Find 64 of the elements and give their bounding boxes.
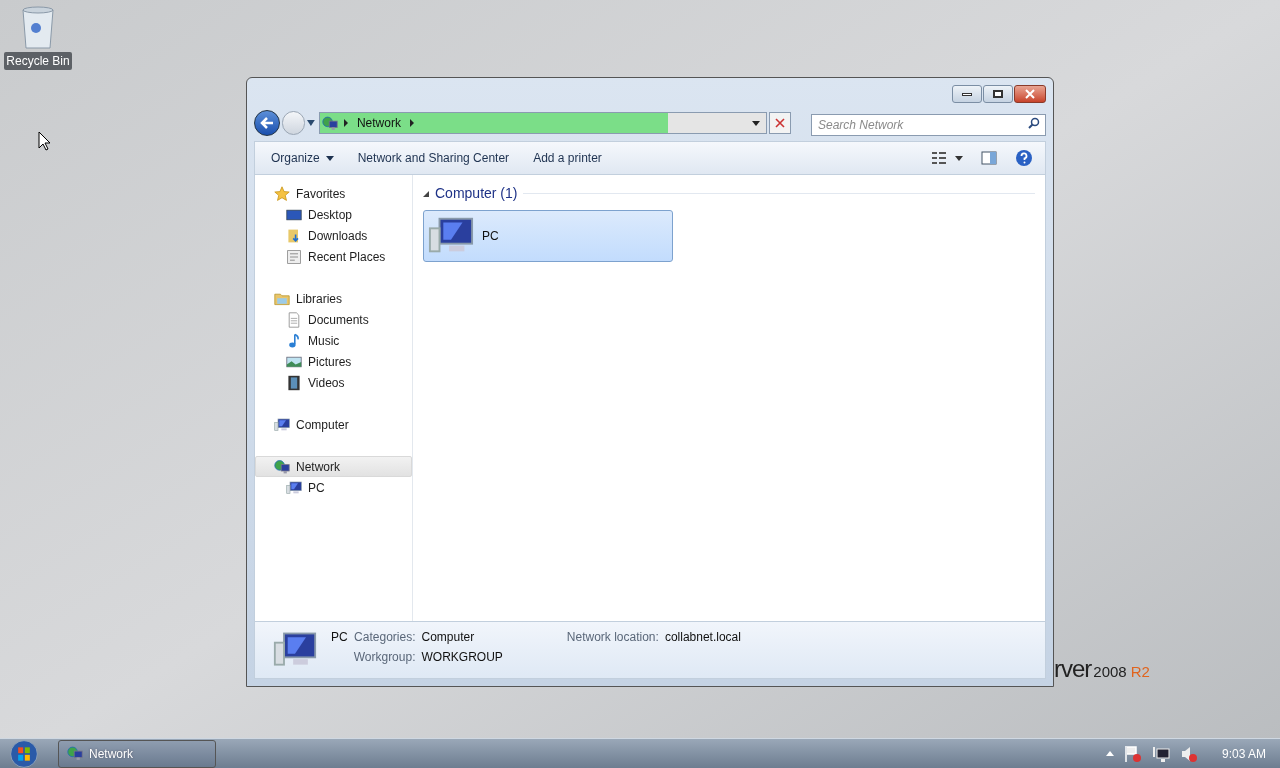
caret-icon[interactable] [325, 155, 334, 161]
network-icon [321, 115, 338, 131]
flag-error-icon[interactable] [1123, 744, 1142, 763]
search-icon[interactable] [1028, 117, 1040, 129]
speaker-muted-icon[interactable] [1179, 744, 1198, 763]
computer-icon [274, 416, 290, 433]
collapse-triangle-icon[interactable] [423, 190, 429, 197]
address-location[interactable]: Network [353, 114, 404, 132]
back-button[interactable] [254, 110, 280, 136]
wallpaper-brand-text: rver2008 R2 [1054, 654, 1150, 684]
sidebar-item[interactable]: Network [255, 456, 412, 477]
close-icon[interactable] [775, 118, 786, 128]
close-button[interactable] [1014, 85, 1046, 103]
stop-button[interactable] [769, 112, 791, 134]
sidebar-item[interactable]: Downloads [255, 225, 412, 246]
document-icon [286, 311, 302, 328]
star-icon [274, 185, 290, 202]
sidebar-item[interactable]: Pictures [255, 351, 412, 372]
sidebar-item[interactable]: Computer [255, 414, 412, 435]
dropdown-caret-icon[interactable] [752, 120, 761, 126]
toolbar-button[interactable]: Network and Sharing Center [349, 145, 518, 171]
view-options-icon[interactable] [931, 151, 947, 165]
help-icon[interactable] [1015, 149, 1033, 167]
caret-icon[interactable] [307, 120, 315, 126]
tile-label: PC [482, 228, 499, 245]
network-computer-tile[interactable]: PC [423, 210, 673, 262]
details-value: collabnet.local [664, 629, 741, 646]
minimize-button[interactable] [952, 85, 982, 103]
sidebar-item[interactable]: Recent Places [255, 246, 412, 267]
sidebar-item[interactable]: Libraries [255, 288, 412, 309]
details-label: Categories: [353, 629, 416, 646]
desktop-icon-label[interactable]: Recycle Bin [4, 52, 72, 70]
details-value: WORKGROUP [421, 649, 503, 666]
sidebar-item[interactable]: Music [255, 330, 412, 351]
address-bar[interactable]: Network [318, 112, 768, 134]
network-monitor-icon[interactable] [1151, 744, 1170, 763]
chevron-icon [409, 119, 414, 127]
details-label: Network location: [566, 629, 659, 646]
preview-pane-icon[interactable] [981, 151, 997, 165]
search-field[interactable]: Search Network [811, 114, 1046, 136]
mouse-cursor-icon [38, 131, 50, 151]
chevron-icon [343, 119, 348, 127]
details-value: Computer [421, 629, 476, 646]
recent-places-icon [286, 248, 302, 265]
details-item-name: PC [331, 629, 348, 646]
network-icon [67, 746, 83, 761]
left-arrow-icon[interactable] [259, 117, 274, 129]
music-note-icon [286, 332, 302, 349]
organize-menu-button[interactable]: Organize [263, 145, 342, 171]
film-icon [286, 374, 302, 391]
maximize-button[interactable] [983, 85, 1013, 103]
dropdown-caret-icon[interactable] [955, 155, 963, 161]
sidebar-item[interactable]: Videos [255, 372, 412, 393]
group-header[interactable]: Computer (1) [435, 183, 518, 204]
details-label: Workgroup: [353, 649, 416, 666]
sidebar-item[interactable]: Favorites [255, 183, 412, 204]
toolbar-button[interactable]: Add a printer [525, 145, 610, 171]
network-icon [274, 458, 290, 475]
sidebar-item[interactable]: Desktop [255, 204, 412, 225]
sidebar-item[interactable]: Documents [255, 309, 412, 330]
computer-icon [286, 479, 302, 496]
show-hidden-icons-icon[interactable] [1105, 751, 1114, 756]
trash-bin-icon[interactable] [20, 6, 56, 50]
sidebar-item[interactable]: PC [255, 477, 412, 498]
